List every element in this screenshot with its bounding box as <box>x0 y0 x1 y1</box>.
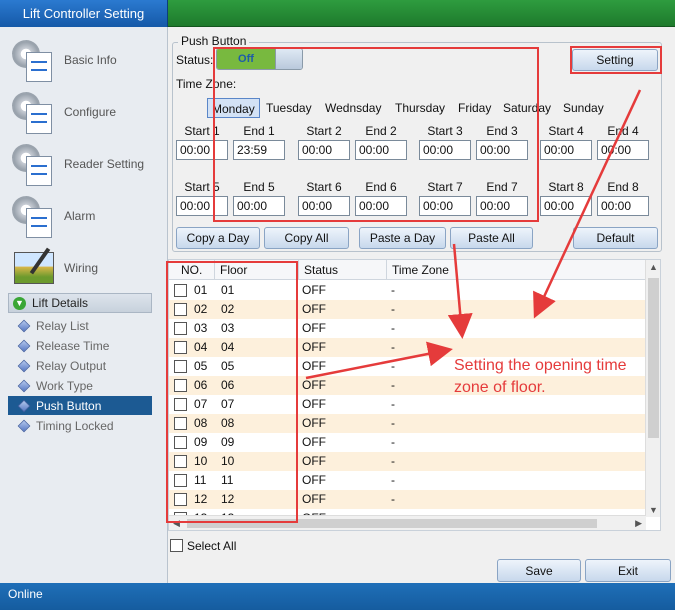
annotation-text: Setting the opening time zone of floor. <box>454 357 627 396</box>
annotation-arrows <box>305 89 642 380</box>
connection-status: Online <box>8 587 43 601</box>
arrow-to-text <box>305 341 453 380</box>
arrow-to-table <box>533 89 642 319</box>
status-bar: Online <box>0 583 675 610</box>
arrow-to-status <box>447 243 473 339</box>
